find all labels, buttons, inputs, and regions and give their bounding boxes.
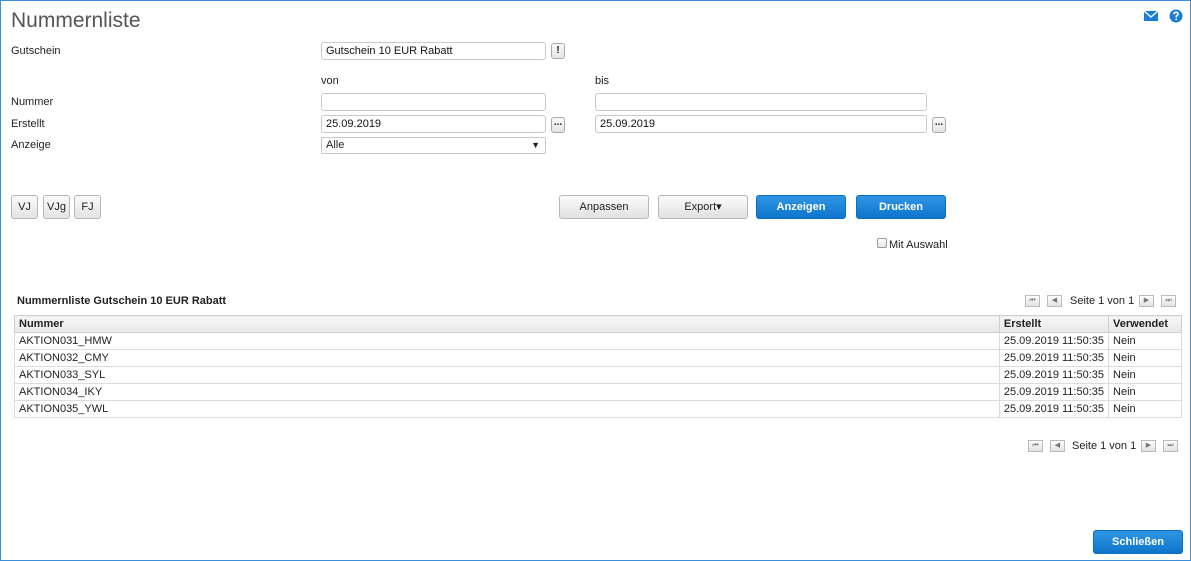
first-page-icon[interactable]: ⏮	[1025, 295, 1040, 307]
bis-label: bis	[595, 75, 610, 87]
nummer-von-field[interactable]	[321, 93, 546, 111]
table-row[interactable]: AKTION033_SYL 25.09.2019 11:50:35 Nein	[14, 366, 1182, 384]
cell-nummer: AKTION032_CMY	[14, 349, 1000, 367]
anpassen-button[interactable]: Anpassen	[559, 195, 649, 219]
column-header-nummer[interactable]: Nummer	[14, 315, 1000, 333]
anzeige-select-value: Alle	[326, 139, 345, 151]
first-page-icon[interactable]: ⏮	[1028, 440, 1043, 452]
mit-auswahl-label: Mit Auswahl	[889, 239, 948, 251]
period-fj-button[interactable]: FJ	[74, 195, 101, 219]
dialog-window: Nummernliste Gutschein Gutschein 10 EUR …	[0, 0, 1191, 561]
pager-text-bottom: Seite 1 von 1	[1072, 440, 1137, 452]
cell-erstellt: 25.09.2019 11:50:35	[998, 349, 1110, 367]
pager-text-top: Seite 1 von 1	[1070, 295, 1135, 307]
cell-erstellt: 25.09.2019 11:50:35	[998, 366, 1110, 384]
cell-verwendet: Nein	[1108, 400, 1182, 418]
anzeige-select[interactable]: Alle ▼	[321, 137, 546, 154]
cell-verwendet: Nein	[1108, 349, 1182, 367]
chevron-down-icon: ▼	[531, 140, 540, 150]
period-vj-button[interactable]: VJ	[11, 195, 38, 219]
table-row[interactable]: AKTION031_HMW 25.09.2019 11:50:35 Nein	[14, 332, 1182, 350]
nummer-label: Nummer	[11, 96, 54, 108]
column-header-verwendet[interactable]: Verwendet	[1108, 315, 1182, 333]
gutschein-label: Gutschein	[11, 45, 61, 57]
erstellt-bis-datepicker-button[interactable]: ...	[932, 117, 946, 133]
nummer-bis-field[interactable]	[595, 93, 927, 111]
cell-verwendet: Nein	[1108, 332, 1182, 350]
column-header-erstellt[interactable]: Erstellt	[998, 315, 1110, 333]
last-page-icon[interactable]: ⏭	[1163, 440, 1178, 452]
erstellt-von-datepicker-button[interactable]: ...	[551, 117, 565, 133]
cell-nummer: AKTION034_IKY	[14, 383, 1000, 401]
cell-verwendet: Nein	[1108, 366, 1182, 384]
cell-erstellt: 25.09.2019 11:50:35	[998, 383, 1110, 401]
prev-page-icon[interactable]: ◀	[1047, 295, 1062, 307]
period-vjg-button[interactable]: VJg	[43, 195, 70, 219]
cell-erstellt: 25.09.2019 11:50:35	[998, 332, 1110, 350]
anzeigen-button[interactable]: Anzeigen	[756, 195, 846, 219]
anzeige-label: Anzeige	[11, 139, 51, 151]
next-page-icon[interactable]: ▶	[1141, 440, 1156, 452]
cell-nummer: AKTION035_YWL	[14, 400, 1000, 418]
cell-verwendet: Nein	[1108, 383, 1182, 401]
cell-nummer: AKTION033_SYL	[14, 366, 1000, 384]
nummern-table: Nummer Erstellt Verwendet AKTION031_HMW …	[14, 315, 1182, 418]
cell-nummer: AKTION031_HMW	[14, 332, 1000, 350]
von-label: von	[321, 75, 339, 87]
erstellt-label: Erstellt	[11, 118, 45, 130]
last-page-icon[interactable]: ⏭	[1161, 295, 1176, 307]
mit-auswahl-checkbox[interactable]	[877, 238, 887, 248]
table-row[interactable]: AKTION035_YWL 25.09.2019 11:50:35 Nein	[14, 400, 1182, 418]
erstellt-bis-field[interactable]: 25.09.2019	[595, 115, 927, 133]
table-row[interactable]: AKTION032_CMY 25.09.2019 11:50:35 Nein	[14, 349, 1182, 367]
help-icon[interactable]	[1168, 8, 1184, 23]
drucken-button[interactable]: Drucken	[856, 195, 946, 219]
close-button[interactable]: Schließen	[1093, 530, 1183, 554]
prev-page-icon[interactable]: ◀	[1050, 440, 1065, 452]
next-page-icon[interactable]: ▶	[1139, 295, 1154, 307]
gutschein-info-button[interactable]: !	[551, 43, 565, 59]
table-row[interactable]: AKTION034_IKY 25.09.2019 11:50:35 Nein	[14, 383, 1182, 401]
table-header-row: Nummer Erstellt Verwendet	[14, 315, 1182, 333]
list-title: Nummernliste Gutschein 10 EUR Rabatt	[17, 295, 227, 307]
gutschein-field[interactable]: Gutschein 10 EUR Rabatt	[321, 42, 546, 60]
page-title: Nummernliste	[11, 9, 141, 32]
erstellt-von-field[interactable]: 25.09.2019	[321, 115, 546, 133]
cell-erstellt: 25.09.2019 11:50:35	[998, 400, 1110, 418]
mail-icon[interactable]	[1143, 9, 1159, 23]
export-button[interactable]: Export▾	[658, 195, 748, 219]
